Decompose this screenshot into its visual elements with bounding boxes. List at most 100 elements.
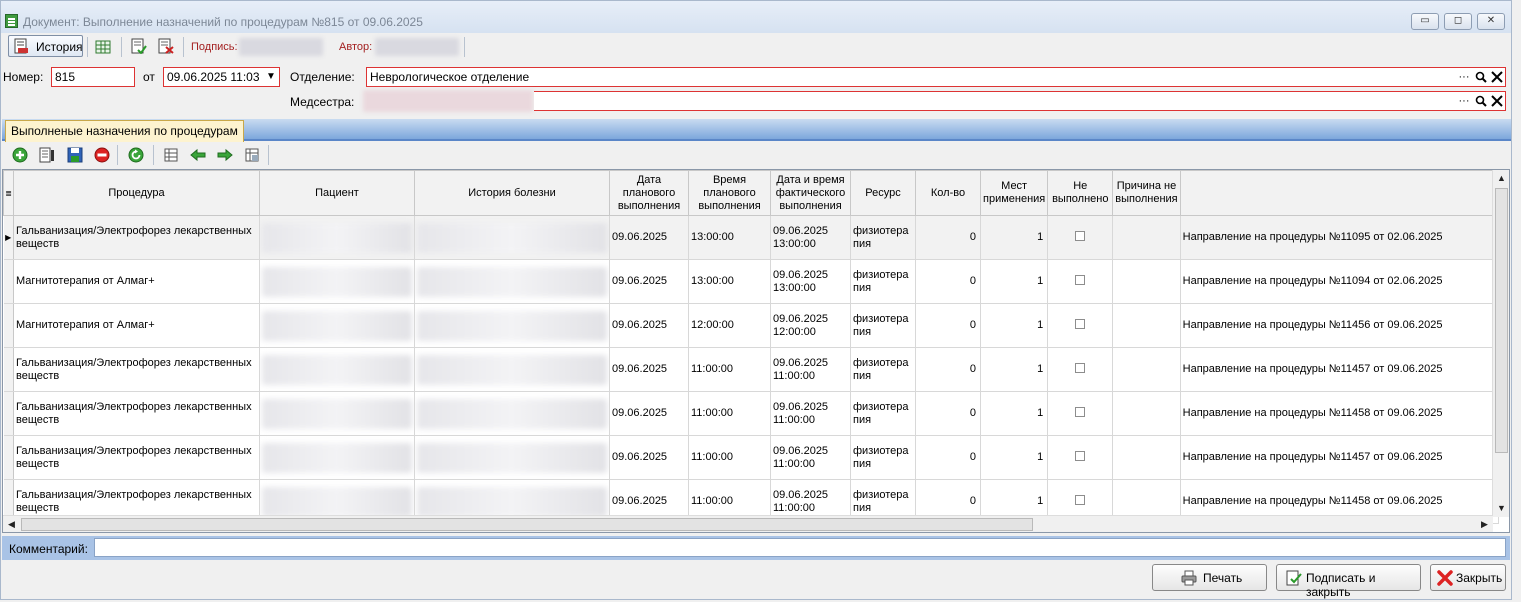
cell-plan-time[interactable]: 11:00:00	[688, 435, 771, 480]
scroll-up-arrow-icon[interactable]: ▲	[1493, 170, 1509, 187]
cell-resource[interactable]: физиотерапия	[850, 215, 916, 260]
column-header-referral[interactable]	[1179, 170, 1499, 216]
column-settings-icon[interactable]	[163, 147, 179, 163]
cell-patient[interactable]	[259, 303, 415, 348]
column-header-history[interactable]: История болезни	[414, 170, 610, 216]
cell-patient[interactable]	[259, 391, 415, 436]
number-input[interactable]: 815	[51, 67, 135, 87]
edit-row-icon[interactable]	[39, 147, 55, 163]
move-right-arrow-icon[interactable]	[217, 147, 233, 163]
not-done-checkbox[interactable]	[1075, 230, 1086, 241]
refresh-icon[interactable]	[128, 147, 144, 163]
move-left-arrow-icon[interactable]	[190, 147, 206, 163]
cell-reason[interactable]	[1112, 259, 1181, 304]
cell-fact-datetime[interactable]: 09.06.2025 11:00:00	[770, 435, 851, 480]
cell-patient[interactable]	[259, 215, 415, 260]
cell-patient[interactable]	[259, 259, 415, 304]
horizontal-scroll-thumb[interactable]	[21, 518, 1033, 531]
department-field[interactable]: Неврологическое отделение	[366, 67, 1506, 87]
not-done-checkbox[interactable]	[1075, 362, 1086, 373]
cell-plan-time[interactable]: 11:00:00	[688, 391, 771, 436]
date-input[interactable]: 09.06.2025 11:03	[163, 67, 280, 87]
cell-plan-date[interactable]: 09.06.2025	[609, 303, 689, 348]
column-header-places[interactable]: Мест применения	[979, 170, 1049, 216]
cell-plan-time[interactable]: 13:00:00	[688, 259, 771, 304]
cell-referral[interactable]: Направление на процедуры №11458 от 09.06…	[1180, 391, 1499, 436]
department-search-icon[interactable]	[1475, 71, 1487, 83]
cell-referral[interactable]: Направление на процедуры №11457 от 09.06…	[1180, 435, 1499, 480]
cell-resource[interactable]: физиотерапия	[850, 303, 916, 348]
row-indicator[interactable]	[3, 391, 14, 436]
cell-plan-time[interactable]: 11:00:00	[688, 347, 771, 392]
cell-plan-date[interactable]: 09.06.2025	[609, 215, 689, 260]
column-header-procedure[interactable]: Процедура	[13, 170, 260, 216]
cell-patient[interactable]	[259, 435, 415, 480]
table-row[interactable]: Магнитотерапия от Алмаг+ 09.06.2025 12:00:…	[3, 303, 1499, 348]
cell-fact-datetime[interactable]: 09.06.2025 13:00:00	[770, 259, 851, 304]
column-header-fact-datetime[interactable]: Дата и время фактического выполнения	[770, 170, 851, 216]
cell-places[interactable]: 1	[980, 347, 1049, 392]
cell-resource[interactable]: физиотерапия	[850, 347, 916, 392]
cell-reason[interactable]	[1112, 347, 1181, 392]
cell-referral[interactable]: Направление на процедуры №11094 от 02.06…	[1180, 259, 1499, 304]
table-row[interactable]: Гальванизация/Электрофорез лекарственных…	[3, 435, 1499, 480]
nurse-choose-button[interactable]: ···	[1457, 93, 1471, 109]
cell-places[interactable]: 1	[980, 391, 1049, 436]
cell-plan-date[interactable]: 09.06.2025	[609, 259, 689, 304]
table-grid-icon[interactable]	[95, 39, 111, 55]
cell-plan-time[interactable]: 13:00:00	[688, 215, 771, 260]
date-dropdown-button[interactable]: ▼	[264, 69, 278, 85]
cell-procedure[interactable]: Гальванизация/Электрофорез лекарственных…	[13, 215, 260, 260]
cell-procedure[interactable]: Гальванизация/Электрофорез лекарственных…	[13, 347, 260, 392]
not-done-checkbox[interactable]	[1075, 318, 1086, 329]
column-header-plan-time[interactable]: Время планового выполнения	[688, 170, 771, 216]
not-done-checkbox[interactable]	[1075, 406, 1086, 417]
cell-referral[interactable]: Направление на процедуры №11457 от 09.06…	[1180, 347, 1499, 392]
nurse-clear-icon[interactable]	[1491, 95, 1503, 107]
table-row[interactable]: Магнитотерапия от Алмаг+ 09.06.2025 13:00:…	[3, 259, 1499, 304]
cell-plan-time[interactable]: 12:00:00	[688, 303, 771, 348]
cell-places[interactable]: 1	[980, 435, 1049, 480]
comment-input[interactable]	[94, 538, 1506, 557]
cell-reason[interactable]	[1112, 215, 1181, 260]
not-done-checkbox[interactable]	[1075, 450, 1086, 461]
close-button[interactable]: Закрыть	[1430, 564, 1506, 591]
cell-quantity[interactable]: 0	[915, 259, 981, 304]
cell-history[interactable]	[414, 215, 610, 260]
cell-quantity[interactable]: 0	[915, 215, 981, 260]
column-header-quantity[interactable]: Кол-во	[915, 170, 981, 216]
row-indicator-header[interactable]: ≣	[3, 170, 14, 216]
department-choose-button[interactable]: ···	[1457, 69, 1471, 85]
table-row[interactable]: Гальванизация/Электрофорез лекарственных…	[3, 347, 1499, 392]
horizontal-scrollbar[interactable]: ◀ ▶	[3, 515, 1493, 532]
cell-fact-datetime[interactable]: 09.06.2025 11:00:00	[770, 391, 851, 436]
save-icon[interactable]	[67, 147, 83, 163]
cell-referral[interactable]: Направление на процедуры №11456 от 09.06…	[1180, 303, 1499, 348]
cell-history[interactable]	[414, 347, 610, 392]
print-button[interactable]: Печать	[1152, 564, 1267, 591]
row-indicator[interactable]	[3, 435, 14, 480]
scroll-left-arrow-icon[interactable]: ◀	[3, 516, 20, 532]
cell-patient[interactable]	[259, 347, 415, 392]
vertical-scroll-thumb[interactable]	[1495, 188, 1508, 453]
cell-reason[interactable]	[1112, 435, 1181, 480]
column-header-reason[interactable]: Причина не выполнения	[1112, 170, 1181, 216]
cell-plan-date[interactable]: 09.06.2025	[609, 347, 689, 392]
cell-procedure[interactable]: Гальванизация/Электрофорез лекарственных…	[13, 435, 260, 480]
cell-quantity[interactable]: 0	[915, 435, 981, 480]
table-row[interactable]: ▶ Гальванизация/Электрофорез лекарственны…	[3, 215, 1499, 260]
cell-places[interactable]: 1	[980, 259, 1049, 304]
unsign-document-icon[interactable]	[158, 38, 174, 54]
column-header-plan-date[interactable]: Дата планового выполнения	[609, 170, 689, 216]
column-header-not-done[interactable]: Не выполнено	[1047, 170, 1114, 216]
sign-and-close-button[interactable]: Подписать и закрыть	[1276, 564, 1421, 599]
cell-procedure[interactable]: Гальванизация/Электрофорез лекарственных…	[13, 391, 260, 436]
cell-resource[interactable]: физиотерапия	[850, 259, 916, 304]
scroll-down-arrow-icon[interactable]: ▼	[1493, 500, 1509, 517]
cell-fact-datetime[interactable]: 09.06.2025 11:00:00	[770, 347, 851, 392]
cell-fact-datetime[interactable]: 09.06.2025 13:00:00	[770, 215, 851, 260]
cell-fact-datetime[interactable]: 09.06.2025 12:00:00	[770, 303, 851, 348]
not-done-checkbox[interactable]	[1075, 494, 1086, 505]
history-button[interactable]: История	[8, 35, 83, 57]
maximize-button[interactable]: ◻	[1444, 13, 1472, 30]
